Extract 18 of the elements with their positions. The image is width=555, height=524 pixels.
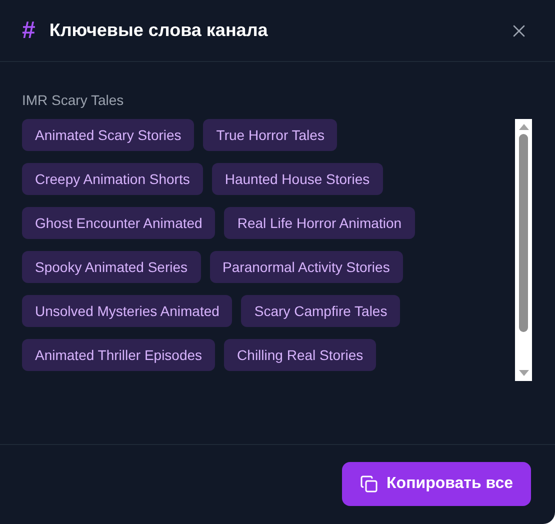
keyword-tag: True Horror Tales [203,119,338,151]
scrollbar[interactable] [515,119,532,381]
keyword-tag: Real Life Horror Animation [224,207,415,239]
keyword-tag: Unsolved Mysteries Animated [22,295,232,327]
keyword-tag: Chilling Real Stories [224,339,376,371]
keyword-tag: Paranormal Activity Stories [210,251,403,283]
keyword-tag: Animated Thriller Episodes [22,339,216,371]
hash-icon: # [22,12,36,48]
keyword-tag: Spooky Animated Series [22,251,201,283]
keyword-tag: Ghost Encounter Animated [22,207,216,239]
copy-icon [360,475,378,493]
channel-name: IMR Scary Tales [22,91,125,109]
keyword-tag: Animated Scary Stories [22,119,194,151]
copy-all-button[interactable]: Копировать все [342,462,531,506]
keyword-tag: Creepy Animation Shorts [22,163,203,195]
keyword-tag: Haunted House Stories [212,163,383,195]
dialog-title: Ключевые слова канала [49,19,268,42]
keyword-tag: Scary Campfire Tales [241,295,400,327]
